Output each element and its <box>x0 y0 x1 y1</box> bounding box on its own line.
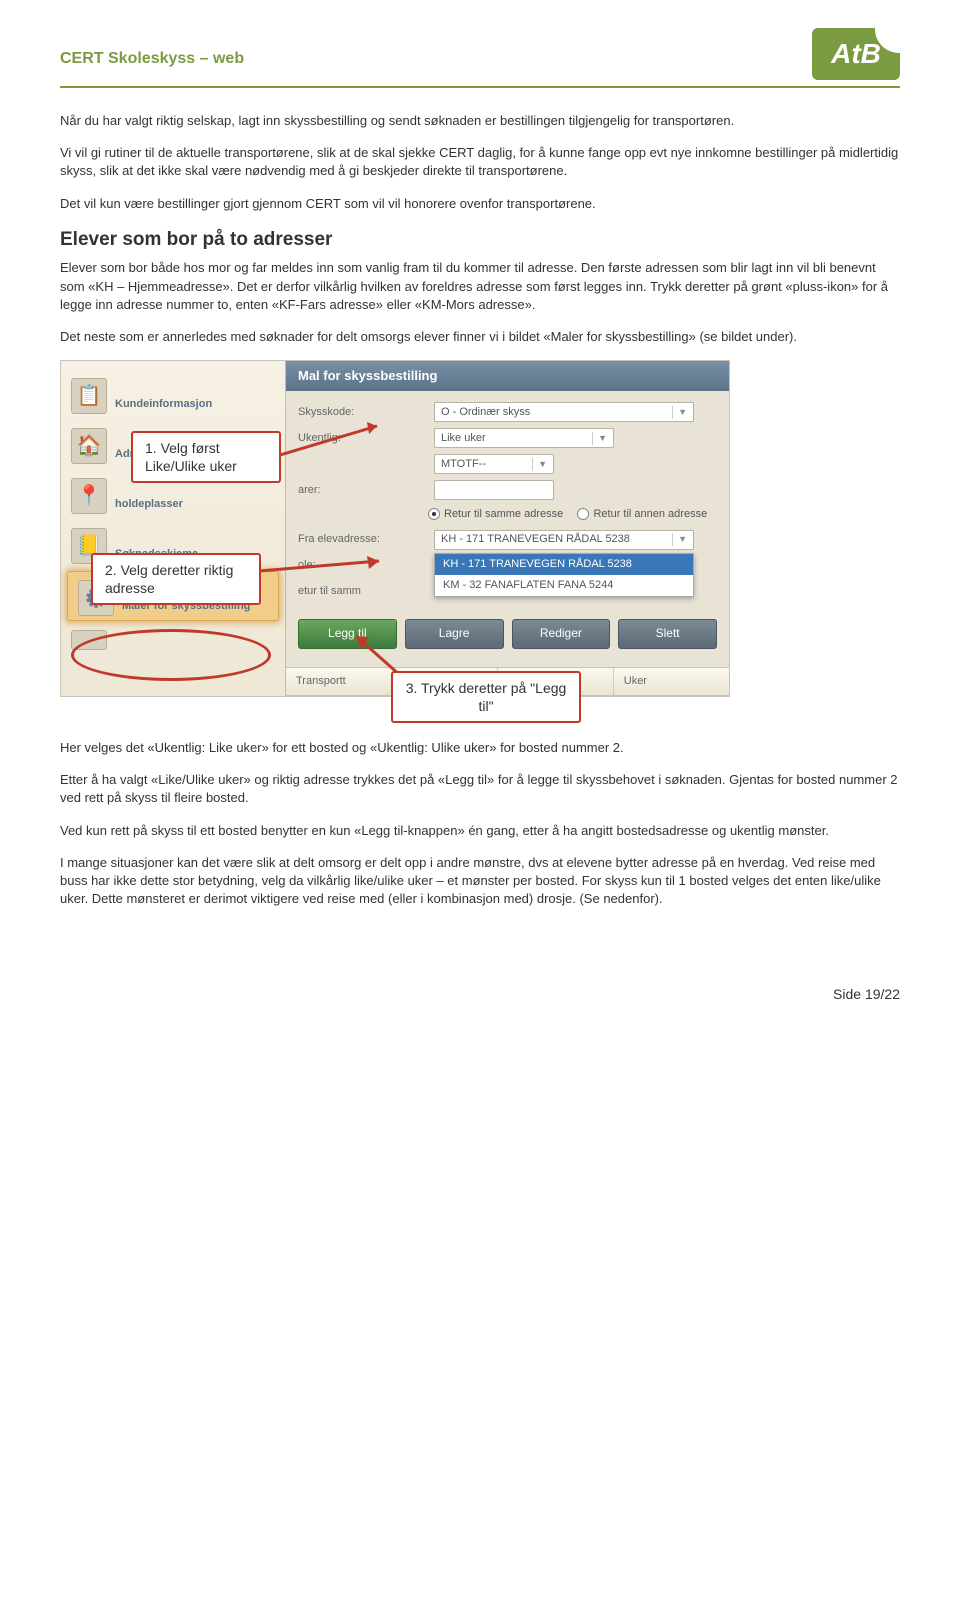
pin-icon <box>71 478 107 514</box>
paragraph-8: Ved kun rett på skyss til ett bosted ben… <box>60 822 900 840</box>
highlight-ellipse <box>71 629 271 681</box>
paragraph-5: Det neste som er annerledes med søknader… <box>60 328 900 346</box>
button-label: Rediger <box>540 625 582 642</box>
sidebar-item-kundeinfo[interactable]: Kundeinformasjon <box>61 369 285 419</box>
radio-retur-annen[interactable]: Retur til annen adresse <box>575 508 707 520</box>
dropdown-option[interactable]: KH - 171 TRANEVEGEN RÅDAL 5238 <box>435 554 693 575</box>
select-skysskode[interactable]: O - Ordinær skyss ▼ <box>434 402 694 422</box>
chevron-down-icon: ▼ <box>672 533 687 546</box>
select-fra-adresse[interactable]: KH - 171 TRANEVEGEN RÅDAL 5238 ▼ <box>434 530 694 550</box>
radio-icon <box>428 508 440 520</box>
row-fra-adresse: Fra elevadresse: KH - 171 TRANEVEGEN RÅD… <box>298 527 717 553</box>
dropdown-open-adresse[interactable]: KH - 171 TRANEVEGEN RÅDAL 5238 KM - 32 F… <box>434 553 694 598</box>
sidebar-label: Kundeinformasjon <box>115 397 212 412</box>
heading-two-addresses: Elever som bor på to adresser <box>60 227 900 254</box>
panel-title: Mal for skyssbestilling <box>286 361 729 391</box>
col-uker: Uker <box>614 668 729 695</box>
radio-retur-samme[interactable]: Retur til samme adresse <box>426 508 563 520</box>
paragraph-9: I mange situasjoner kan det være slik at… <box>60 854 900 909</box>
row-varer: arer: <box>298 477 717 503</box>
house-icon <box>71 428 107 464</box>
button-label: Slett <box>656 625 680 642</box>
callout-text: 2. Velg deretter riktig adresse <box>105 562 233 596</box>
edit-button[interactable]: Rediger <box>512 619 611 649</box>
label-fra: Fra elevadresse: <box>298 532 426 547</box>
callout-2: 2. Velg deretter riktig adresse <box>91 553 261 605</box>
document-title: CERT Skoleskyss – web <box>60 28 244 70</box>
radio-label: Retur til annen adresse <box>593 508 707 520</box>
chevron-down-icon: ▼ <box>592 432 607 445</box>
button-label: Lagre <box>439 625 470 642</box>
paragraph-4: Elever som bor både hos mor og far melde… <box>60 259 900 314</box>
atb-logo: AtB <box>812 28 900 80</box>
callout-1: 1. Velg først Like/Ulike uker <box>131 431 281 483</box>
select-value: MTOTF-- <box>441 457 486 472</box>
paragraph-7: Etter å ha valgt «Like/Ulike uker» og ri… <box>60 771 900 807</box>
clipboard-icon <box>71 378 107 414</box>
app-screenshot: Kundeinformasjon Adres holdeplasser Søkn… <box>60 360 730 697</box>
arrow-icon <box>277 416 397 476</box>
radio-label: Retur til samme adresse <box>444 508 563 520</box>
page-footer: Side 19/22 <box>833 985 900 1005</box>
select-value: KH - 171 TRANEVEGEN RÅDAL 5238 <box>441 532 630 547</box>
chevron-down-icon: ▼ <box>672 406 687 419</box>
arrow-icon <box>259 551 399 591</box>
paragraph-2: Vi vil gi rutiner til de aktuelle transp… <box>60 144 900 180</box>
select-ukentlig[interactable]: Like uker ▼ <box>434 428 614 448</box>
callout-text: 1. Velg først Like/Ulike uker <box>145 440 237 474</box>
select-value: O - Ordinær skyss <box>441 405 530 420</box>
sidebar-label: holdeplasser <box>115 497 183 512</box>
input-varer[interactable] <box>434 480 554 500</box>
callout-3: 3. Trykk deretter på "Legg til" <box>391 671 581 723</box>
paragraph-6: Her velges det «Ukentlig: Like uker» for… <box>60 739 900 757</box>
dropdown-option[interactable]: KM - 32 FANAFLATEN FANA 5244 <box>435 575 693 596</box>
paragraph-3: Det vil kun være bestillinger gjort gjen… <box>60 195 900 213</box>
delete-button[interactable]: Slett <box>618 619 717 649</box>
callout-text: 3. Trykk deretter på "Legg til" <box>406 680 567 714</box>
logo-text: AtB <box>831 34 881 73</box>
paragraph-1: Når du har valgt riktig selskap, lagt in… <box>60 112 900 130</box>
row-retur-radio: Retur til samme adresse Retur til annen … <box>298 503 717 526</box>
select-ukedager[interactable]: MTOTF-- ▼ <box>434 454 554 474</box>
radio-icon <box>577 508 589 520</box>
document-header: CERT Skoleskyss – web AtB <box>60 28 900 88</box>
label-varer: arer: <box>298 483 426 498</box>
select-value: Like uker <box>441 431 486 446</box>
chevron-down-icon: ▼ <box>532 458 547 471</box>
